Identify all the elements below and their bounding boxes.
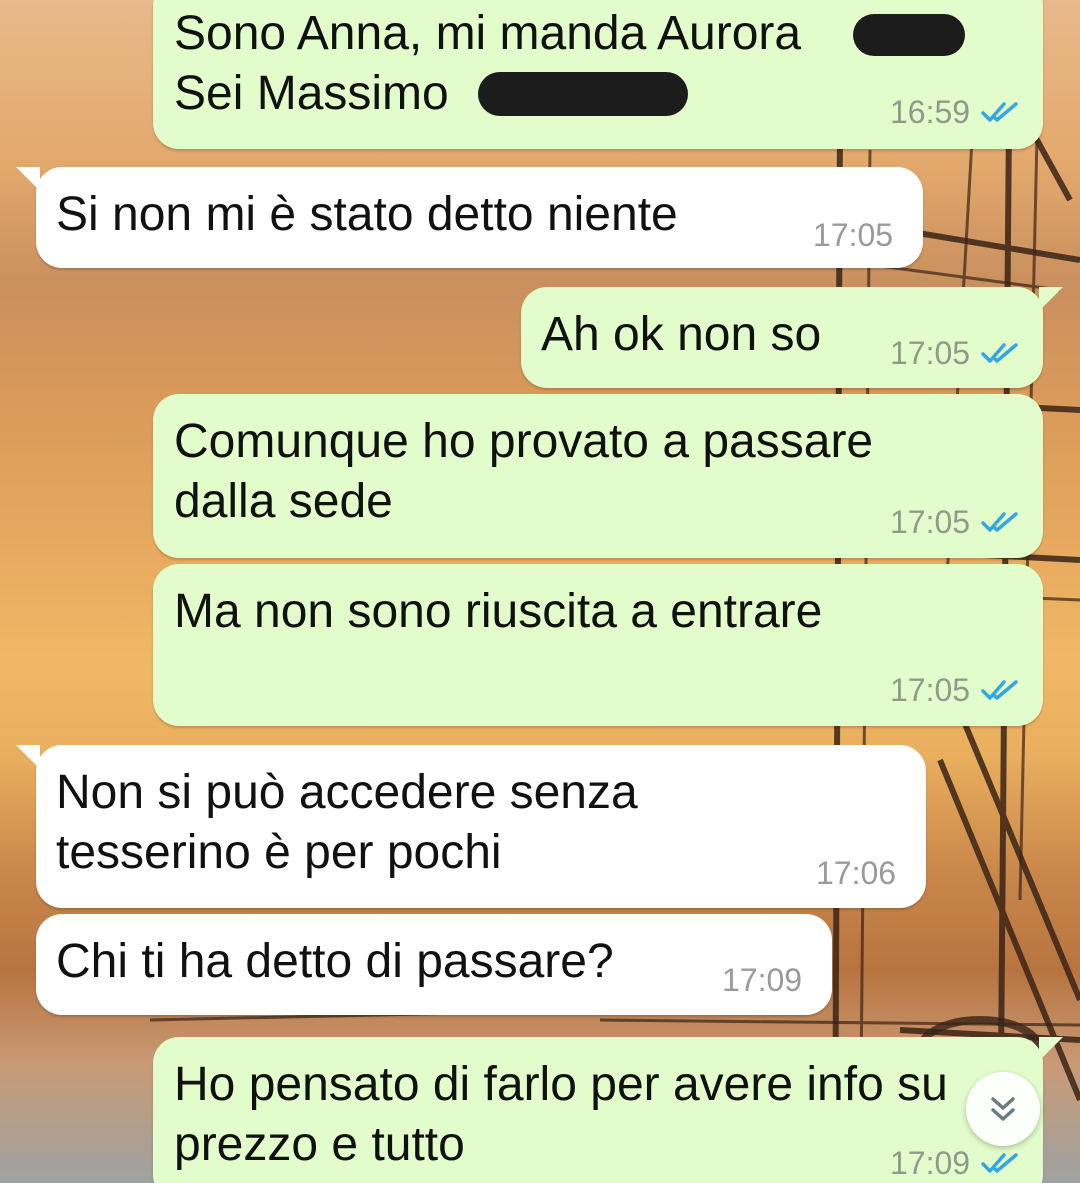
message-time: 17:05 [890,335,971,371]
message-text: Chi ti ha detto di passare? [56,935,614,988]
message-meta: 16:59 [890,94,1020,130]
message-bubble-incoming[interactable]: Chi ti ha detto di passare? 17:09 [36,914,832,1015]
message-text: Ah ok non so [541,308,822,361]
message-bubble-outgoing[interactable]: Ma non sono riuscita a entrare 17:05 [153,564,1043,726]
message-time: 16:59 [890,94,971,130]
message-meta: 17:09 [890,1145,1020,1181]
double-check-icon [981,343,1018,363]
message-text: Si non mi è stato detto niente [56,188,678,241]
double-check-icon [981,512,1018,532]
message-bubble-outgoing[interactable]: Ah ok non so 17:05 [521,287,1063,388]
message-bubble-incoming[interactable]: Non si può accedere senza tesserino è pe… [16,745,926,908]
message-meta: 17:05 [890,504,1020,540]
message-meta: 17:05 [890,672,1020,708]
message-time: 17:09 [890,1145,971,1181]
double-check-icon [981,1153,1018,1173]
message-time: 17:09 [722,962,803,998]
message-time: 17:05 [890,672,971,708]
message-bubble-outgoing[interactable]: Ho pensato di farlo per avere info su pr… [153,1037,1063,1183]
message-bubble-outgoing[interactable]: Sono Anna, mi manda Aurora Sei Massimo ?… [153,0,1063,149]
double-chevron-down-icon [991,1097,1015,1121]
message-bubble-incoming[interactable]: Si non mi è stato detto niente 17:05 [16,167,923,268]
message-time: 17:06 [816,855,897,891]
message-time: 17:05 [813,217,894,253]
message-time: 17:05 [890,504,971,540]
message-meta: 17:06 [816,855,896,891]
scroll-to-bottom-button[interactable] [966,1072,1040,1146]
message-text: Ma non sono riuscita a entrare [174,585,823,638]
message-meta: 17:09 [722,962,802,998]
message-meta: 17:05 [890,335,1020,371]
redaction-mark [478,72,688,116]
message-text: Non si può accedere senza tesserino è pe… [56,766,638,879]
message-text: Comunque ho provato a passare dalla sede [174,415,874,528]
message-meta: 17:05 [813,217,893,253]
message-bubble-outgoing[interactable]: Comunque ho provato a passare dalla sede… [153,394,1043,558]
double-check-icon [981,102,1018,122]
double-check-icon [981,680,1018,700]
redaction-mark [853,14,965,56]
